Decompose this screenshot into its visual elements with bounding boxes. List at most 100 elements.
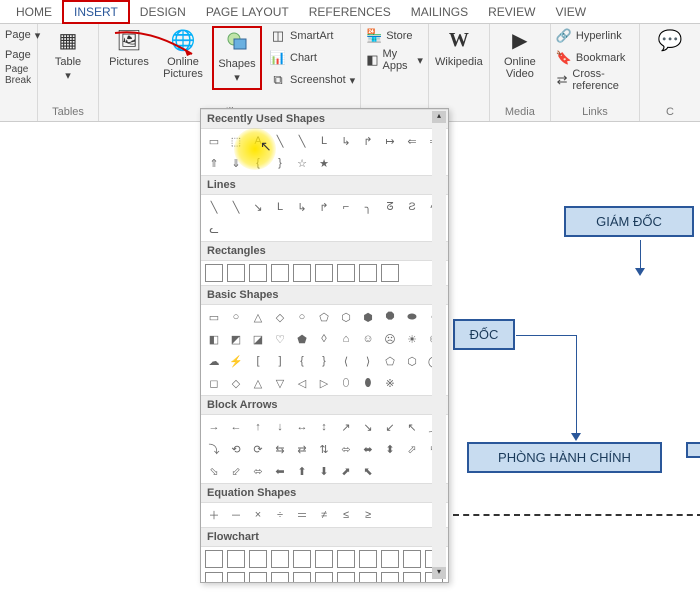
- scroll-up-icon[interactable]: ▴: [432, 111, 446, 123]
- shape-option[interactable]: ☆: [293, 154, 311, 172]
- shape-option[interactable]: ⬡: [403, 352, 421, 370]
- shape-option[interactable]: [315, 572, 333, 583]
- shape-option[interactable]: ☁: [205, 352, 223, 370]
- hyperlink-button[interactable]: 🔗Hyperlink: [556, 26, 634, 46]
- shape-option[interactable]: ⬌: [359, 440, 377, 458]
- shape-option[interactable]: ◁: [293, 374, 311, 392]
- shape-option[interactable]: [227, 550, 245, 568]
- tab-references[interactable]: REFERENCES: [299, 2, 401, 22]
- shape-option[interactable]: A: [249, 132, 267, 150]
- shape-option[interactable]: ⟨: [337, 352, 355, 370]
- shape-option[interactable]: ⬠: [315, 308, 333, 326]
- shape-option[interactable]: ↳: [293, 198, 311, 216]
- shape-option[interactable]: ⟳: [249, 440, 267, 458]
- shape-option[interactable]: [403, 572, 421, 583]
- shape-option[interactable]: ↘: [249, 198, 267, 216]
- shape-option[interactable]: ⯃: [381, 308, 399, 326]
- shape-option[interactable]: ]: [271, 352, 289, 370]
- shape-option[interactable]: ↱: [359, 132, 377, 150]
- shape-option[interactable]: ⬢: [359, 308, 377, 326]
- scrollbar[interactable]: ▴▾: [432, 111, 446, 579]
- org-box-giam-doc[interactable]: GIÁM ĐỐC: [564, 206, 694, 237]
- shape-option[interactable]: [337, 550, 355, 568]
- shape-option[interactable]: ▭: [205, 132, 223, 150]
- shape-option[interactable]: ⬅: [271, 462, 289, 480]
- shape-option[interactable]: [403, 550, 421, 568]
- shape-option[interactable]: ⌂: [337, 330, 355, 348]
- org-box-doc[interactable]: ĐỐC: [453, 319, 515, 350]
- shape-option[interactable]: ⟲: [227, 440, 245, 458]
- scroll-down-icon[interactable]: ▾: [432, 567, 446, 579]
- shape-option[interactable]: [249, 550, 267, 568]
- shape-option[interactable]: ⌐: [337, 198, 355, 216]
- shape-option[interactable]: ↖: [403, 418, 421, 436]
- shape-option[interactable]: ╲: [293, 132, 311, 150]
- shape-option[interactable]: ＝: [293, 506, 311, 524]
- shape-option[interactable]: ＋: [205, 506, 223, 524]
- crossref-button[interactable]: ⇄Cross-reference: [556, 70, 634, 90]
- shape-option[interactable]: →: [205, 418, 223, 436]
- my-apps-button[interactable]: ◧My Apps ▾: [366, 50, 423, 70]
- shape-option[interactable]: ⇐: [403, 132, 421, 150]
- shape-option[interactable]: ▷: [315, 374, 333, 392]
- shape-option[interactable]: ★: [315, 154, 333, 172]
- shape-option[interactable]: ⬟: [293, 330, 311, 348]
- shape-option[interactable]: Ƨ: [403, 198, 421, 216]
- shape-option[interactable]: ◇: [227, 374, 245, 392]
- shape-option[interactable]: ╮: [359, 198, 377, 216]
- shape-option[interactable]: [227, 264, 245, 282]
- shape-option[interactable]: ⬂: [205, 462, 223, 480]
- shape-option[interactable]: {: [293, 352, 311, 370]
- shape-option[interactable]: ╲: [227, 198, 245, 216]
- shape-option[interactable]: [359, 264, 377, 282]
- shape-option[interactable]: ◊: [315, 330, 333, 348]
- bookmark-button[interactable]: 🔖Bookmark: [556, 48, 634, 68]
- shape-option[interactable]: ↙: [381, 418, 399, 436]
- shape-option[interactable]: [381, 264, 399, 282]
- shape-option[interactable]: [271, 264, 289, 282]
- shape-option[interactable]: ⇑: [205, 154, 223, 172]
- shape-option[interactable]: ◇: [271, 308, 289, 326]
- shape-option[interactable]: [315, 264, 333, 282]
- shape-option[interactable]: ⬆: [293, 462, 311, 480]
- smartart-button[interactable]: ◫SmartArt: [270, 26, 355, 46]
- shape-option[interactable]: ◧: [205, 330, 223, 348]
- shape-option[interactable]: ○: [227, 308, 245, 326]
- shape-option[interactable]: ⬃: [227, 462, 245, 480]
- shape-option[interactable]: [359, 550, 377, 568]
- shape-option[interactable]: ⬚: [227, 132, 245, 150]
- shape-option[interactable]: ⚡: [227, 352, 245, 370]
- tab-page-layout[interactable]: PAGE LAYOUT: [196, 2, 299, 22]
- tab-review[interactable]: REVIEW: [478, 2, 545, 22]
- shape-option[interactable]: [205, 572, 223, 583]
- shape-option[interactable]: }: [271, 154, 289, 172]
- tab-home[interactable]: HOME: [6, 2, 62, 22]
- shape-option[interactable]: [359, 572, 377, 583]
- shape-option[interactable]: ⬇: [315, 462, 333, 480]
- table-button[interactable]: ▦Table▾: [43, 26, 93, 82]
- org-box-phong-hanh-chinh[interactable]: PHÒNG HÀNH CHÍNH: [467, 442, 662, 473]
- shape-option[interactable]: ⬍: [381, 440, 399, 458]
- shape-option[interactable]: ⬉: [359, 462, 377, 480]
- shape-option[interactable]: ⬯: [337, 374, 355, 392]
- shape-option[interactable]: △: [249, 374, 267, 392]
- shape-option[interactable]: ☀: [403, 330, 421, 348]
- shape-option[interactable]: △: [249, 308, 267, 326]
- shape-option[interactable]: －: [227, 506, 245, 524]
- shape-option[interactable]: ᘔ: [381, 198, 399, 216]
- shape-option[interactable]: ↘: [359, 418, 377, 436]
- shape-option[interactable]: ↓: [271, 418, 289, 436]
- shape-option[interactable]: [: [249, 352, 267, 370]
- shape-option[interactable]: ÷: [271, 506, 289, 524]
- shape-option[interactable]: [293, 264, 311, 282]
- shape-option[interactable]: ↳: [337, 132, 355, 150]
- shape-option[interactable]: ↱: [315, 198, 333, 216]
- chart-button[interactable]: 📊Chart: [270, 48, 355, 68]
- comment-button[interactable]: 💬: [645, 26, 695, 54]
- shape-option[interactable]: [271, 550, 289, 568]
- cover-page[interactable]: Page ▾: [5, 26, 40, 44]
- tab-mailings[interactable]: MAILINGS: [401, 2, 478, 22]
- shape-option[interactable]: ↑: [249, 418, 267, 436]
- shape-option[interactable]: ⬀: [403, 440, 421, 458]
- shape-option[interactable]: [381, 572, 399, 583]
